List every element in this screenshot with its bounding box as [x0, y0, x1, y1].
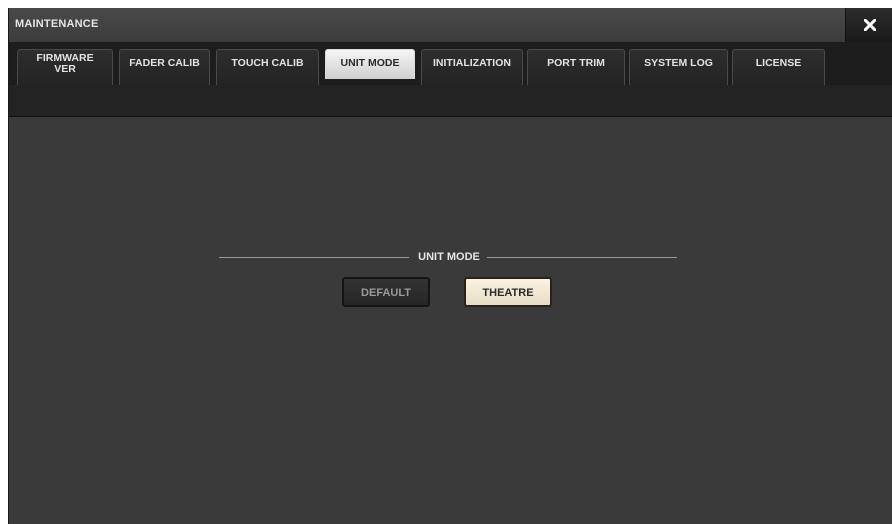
tab-label: LICENSE [755, 57, 802, 69]
tab-label: INITIALIZATION [433, 57, 511, 69]
tab-system-log[interactable]: SYSTEM LOG [629, 49, 728, 85]
tab-label: FIRMWARE VER [36, 52, 94, 75]
tab-label: TOUCH CALIB [231, 57, 304, 69]
section-divider-right [487, 257, 677, 258]
tab-initialization[interactable]: INITIALIZATION [421, 49, 523, 85]
section-divider-left [219, 257, 409, 258]
default-mode-button[interactable]: DEFAULT [342, 277, 430, 307]
maintenance-window: MAINTENANCE FIRMWARE VER FADER CALIB TOUC… [8, 8, 892, 524]
close-button[interactable] [845, 8, 892, 42]
tab-bar: FIRMWARE VER FADER CALIB TOUCH CALIB UNIT… [9, 42, 892, 85]
unit-mode-section-label: UNIT MODE [418, 251, 480, 263]
close-icon [864, 19, 876, 31]
window-title: MAINTENANCE [15, 18, 99, 30]
tab-label: SYSTEM LOG [644, 57, 713, 69]
theatre-mode-button[interactable]: THEATRE [464, 277, 552, 307]
tab-license[interactable]: LICENSE [732, 49, 825, 85]
tab-touch-calib[interactable]: TOUCH CALIB [216, 49, 319, 85]
unit-mode-panel: UNIT MODE DEFAULT THEATRE [9, 117, 892, 524]
tab-label: FADER CALIB [129, 57, 200, 69]
tab-label: PORT TRIM [547, 57, 605, 69]
tab-firmware-ver[interactable]: FIRMWARE VER [17, 49, 113, 85]
tab-sub-bar [9, 85, 892, 117]
tab-port-trim[interactable]: PORT TRIM [527, 49, 625, 85]
tab-label: UNIT MODE [340, 57, 400, 69]
tab-fader-calib[interactable]: FADER CALIB [119, 49, 210, 85]
title-bar: MAINTENANCE [9, 8, 892, 42]
tab-unit-mode[interactable]: UNIT MODE [325, 49, 415, 79]
